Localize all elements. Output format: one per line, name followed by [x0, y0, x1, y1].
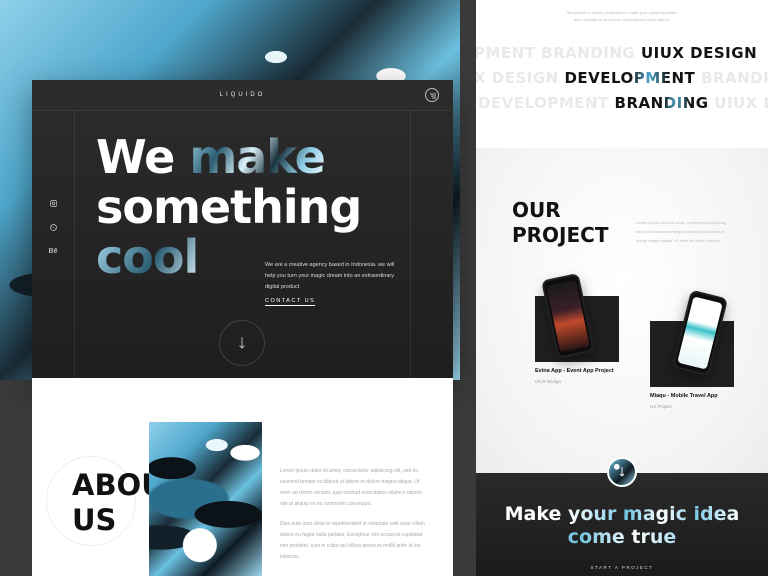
service-ghost: UIUX DES [714, 94, 768, 112]
service-branding[interactable]: BRANDING [615, 94, 709, 112]
cta-word: Make [504, 503, 568, 525]
service-row: DEVELOPMENT BRANDING UIUX DES [478, 94, 768, 112]
service-row: X DESIGN DEVELOPMENT BRANDING [476, 69, 768, 87]
arrow-down-icon [239, 337, 245, 349]
service-ghost: BRANDING [700, 69, 768, 87]
about-section: ABOUT US Lorem ipsum dolor sit amet, con… [32, 378, 453, 576]
behance-icon[interactable]: Bē [48, 248, 58, 255]
service-ghost: X DESIGN [476, 69, 565, 87]
project-category: UX Project [650, 404, 672, 409]
headline-word: We [96, 130, 190, 184]
site-logo[interactable]: LIQUIDO [32, 92, 453, 98]
service-development[interactable]: DEVELOPMENT [564, 69, 695, 87]
project-category: UIUX Design [535, 379, 562, 384]
menu-icon [430, 93, 436, 99]
instagram-icon[interactable] [48, 200, 58, 209]
about-image [149, 422, 262, 576]
projects-section: OUR PROJECT Lorem ipsum dolor sit amet, … [476, 148, 768, 473]
service-uiux-design[interactable]: UIUX DESIGN [641, 44, 757, 62]
hero-description: We are a creative agency based in Indone… [265, 262, 395, 290]
about-paragraph: Duis aute irure dolor in reprehenderit i… [280, 521, 425, 560]
cta-word: your magic idea [567, 503, 740, 525]
project-title[interactable]: Miaqu - Mobile Travel App [650, 393, 718, 399]
contact-us-link[interactable]: CONTACT US [265, 298, 316, 306]
scroll-down-button[interactable] [607, 457, 637, 487]
project-title[interactable]: Evina App - Event App Project [535, 368, 614, 374]
scroll-down-button[interactable] [219, 320, 265, 366]
service-row: PMENT BRANDING UIUX DESIGN [476, 44, 757, 62]
cta-headline: Make your magic idea come true [476, 503, 768, 549]
projects-description: Lorem ipsum dolor sit amet, consectetur … [636, 220, 727, 243]
projects-title-line: PROJECT [512, 223, 609, 247]
service-ghost: DEVELOPMENT [478, 94, 615, 112]
projects-title: OUR PROJECT [512, 198, 608, 248]
services-intro: We provide a variety of services to make… [566, 10, 678, 15]
services-intro: don't hesitate to show your extraordinar… [573, 17, 671, 22]
about-text: Lorem ipsum dolor sit amet, consectetur … [280, 466, 430, 572]
service-ghost: PMENT BRANDING [476, 44, 641, 62]
divider [410, 110, 411, 380]
dribbble-icon[interactable] [48, 224, 58, 233]
divider [32, 110, 453, 111]
about-paragraph: Lorem ipsum dolor sit amet, consectetur … [280, 468, 422, 507]
hero-section: LIQUIDO Bē We make something cool We are… [32, 80, 453, 380]
projects-title-line: OUR [512, 198, 561, 222]
cta-section: Make your magic idea come true START A P… [476, 457, 768, 576]
headline-word: something [96, 180, 362, 234]
services-section: We provide a variety of services to make… [476, 0, 768, 148]
divider [74, 110, 75, 380]
menu-button[interactable] [425, 88, 439, 102]
cta-word: come true [476, 526, 768, 549]
arrow-down-icon [619, 467, 625, 477]
headline-word: make [189, 130, 326, 184]
start-project-link[interactable]: START A PROJECT [476, 565, 768, 570]
